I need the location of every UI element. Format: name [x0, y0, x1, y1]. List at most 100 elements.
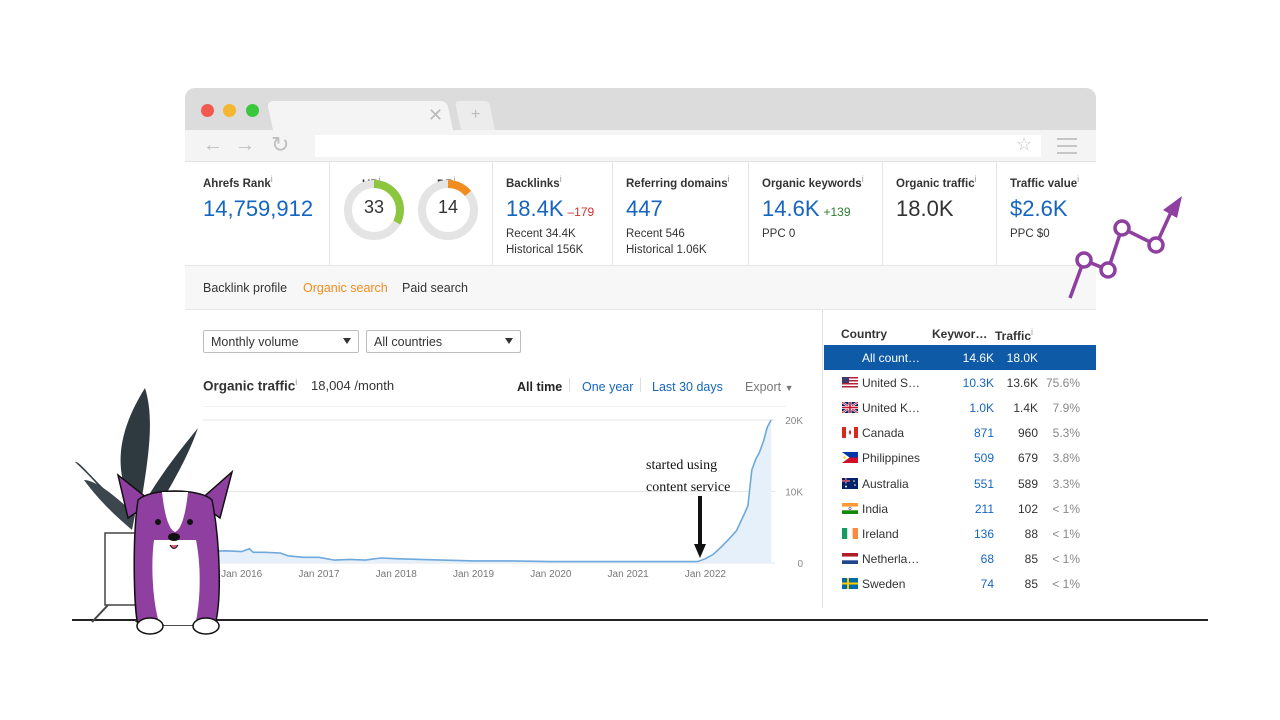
- country-keywords[interactable]: 509: [974, 451, 994, 465]
- organic-traffic-monthly: 18,004 /month: [311, 378, 395, 393]
- country-name[interactable]: United S…: [862, 376, 920, 390]
- backlinks-label: Backlinks: [506, 177, 560, 190]
- country-keywords[interactable]: 211: [975, 502, 994, 516]
- table-row[interactable]: Sweden 74 85 < 1%: [824, 571, 1096, 596]
- menu-icon[interactable]: [1057, 138, 1077, 159]
- maximize-window-dot[interactable]: [246, 104, 259, 117]
- country-traffic: 1.4K: [1013, 401, 1038, 416]
- country-table: Country Keywor… Traffici All count… 14.6K…: [822, 310, 1096, 608]
- country-name[interactable]: Ireland: [862, 527, 899, 541]
- country-keywords[interactable]: 551: [974, 477, 994, 491]
- annotation-line-1: started using: [646, 458, 718, 473]
- country-name[interactable]: Netherla…: [862, 552, 919, 566]
- dog-mascot-illustration: [75, 388, 234, 635]
- y-tick-label: 20K: [785, 416, 803, 427]
- close-window-dot[interactable]: [201, 104, 214, 117]
- ur-dr-metric: URi 33 DRi 14: [330, 162, 493, 266]
- table-row[interactable]: India 211 102 < 1%: [824, 496, 1096, 521]
- table-row[interactable]: Ireland 136 88 < 1%: [824, 521, 1096, 546]
- country-traffic-share: 3.8%: [1052, 451, 1080, 466]
- country-keywords[interactable]: 14.6K: [963, 351, 994, 365]
- country-traffic: 88: [1024, 526, 1038, 541]
- table-row[interactable]: Canada 871 960 5.3%: [824, 420, 1096, 445]
- report-tabs: Backlink profile Organic search Paid sea…: [185, 266, 1096, 310]
- referring-domains-value[interactable]: 447: [626, 196, 748, 222]
- tab-organic-search[interactable]: Organic search: [303, 281, 388, 295]
- export-label: Export: [745, 380, 782, 394]
- country-header[interactable]: Country: [841, 327, 887, 341]
- backlinks-value[interactable]: 18.4K: [506, 196, 564, 221]
- tab-backlink-profile[interactable]: Backlink profile: [203, 281, 287, 295]
- minimize-window-dot[interactable]: [223, 104, 236, 117]
- backlinks-recent: Recent 34.4K: [506, 227, 576, 240]
- ur-value: 33: [363, 197, 385, 217]
- country-name[interactable]: Australia: [862, 477, 909, 491]
- annotation-line-2: content service: [646, 480, 731, 495]
- country-name[interactable]: All count…: [862, 351, 920, 365]
- export-button[interactable]: Export ▼: [745, 380, 794, 394]
- range-all-time[interactable]: All time: [517, 380, 562, 394]
- back-arrow-icon[interactable]: ←: [203, 134, 223, 157]
- forward-arrow-icon[interactable]: →: [235, 134, 255, 157]
- country-keywords[interactable]: 10.3K: [963, 376, 994, 390]
- info-icon[interactable]: i: [728, 174, 730, 184]
- browser-window: ✕ + ← → ↻ ☆ Ahrefs Ranki 14,759,912 URi …: [185, 88, 1096, 608]
- organic-traffic-label: Organic traffic: [896, 177, 975, 190]
- star-icon[interactable]: ☆: [1016, 134, 1032, 155]
- x-tick-label: Jan 2020: [530, 569, 572, 580]
- y-tick-label: 0: [797, 559, 803, 570]
- organic-keywords-metric: Organic keywordsi 14.6K +139 PPC 0: [749, 162, 883, 266]
- flag-ie-icon: [842, 527, 858, 539]
- countries-select[interactable]: All countries: [366, 330, 521, 353]
- country-keywords[interactable]: 74: [981, 577, 994, 591]
- keywords-header[interactable]: Keywor…: [932, 327, 987, 341]
- info-icon[interactable]: i: [1031, 327, 1033, 337]
- dr-value: 14: [437, 197, 459, 217]
- country-name[interactable]: United K…: [862, 401, 920, 415]
- country-name[interactable]: India: [862, 502, 888, 516]
- backlinks-delta: –179: [567, 204, 595, 219]
- range-one-year[interactable]: One year: [582, 380, 633, 394]
- country-name[interactable]: Sweden: [862, 577, 905, 591]
- info-icon[interactable]: i: [271, 174, 273, 184]
- country-name[interactable]: Philippines: [862, 451, 920, 465]
- organic-traffic-metric: Organic traffici 18.0K: [883, 162, 997, 266]
- traffic-header[interactable]: Traffic: [995, 329, 1031, 343]
- country-keywords[interactable]: 136: [974, 527, 994, 541]
- table-row[interactable]: United K… 1.0K 1.4K 7.9%: [824, 395, 1096, 420]
- country-keywords[interactable]: 68: [981, 552, 994, 566]
- table-row[interactable]: All count… 14.6K 18.0K: [824, 345, 1096, 370]
- table-row[interactable]: United S… 10.3K 13.6K 75.6%: [824, 370, 1096, 395]
- info-icon[interactable]: i: [295, 377, 297, 387]
- plus-icon[interactable]: +: [471, 106, 480, 124]
- info-icon[interactable]: i: [975, 174, 977, 184]
- tab-paid-search[interactable]: Paid search: [402, 281, 468, 295]
- table-row[interactable]: Australia 551 589 3.3%: [824, 471, 1096, 496]
- country-traffic: 679: [1017, 451, 1038, 466]
- reload-icon[interactable]: ↻: [271, 132, 289, 158]
- info-icon[interactable]: i: [560, 174, 562, 184]
- volume-select[interactable]: Monthly volume: [203, 330, 359, 353]
- country-traffic-share: 7.9%: [1052, 401, 1080, 416]
- backlinks-metric: Backlinksi 18.4K –179 Recent 34.4K Histori…: [493, 162, 613, 266]
- country-keywords[interactable]: 1.0K: [969, 401, 994, 415]
- range-divider: [569, 378, 570, 392]
- range-divider: [640, 378, 641, 392]
- browser-tab[interactable]: [266, 101, 453, 130]
- organic-keywords-value[interactable]: 14.6K: [762, 196, 820, 221]
- referring-domains-label: Referring domains: [626, 177, 728, 190]
- table-row[interactable]: Netherla… 68 85 < 1%: [824, 546, 1096, 571]
- referring-domains-recent: Recent 546: [626, 227, 685, 240]
- info-icon[interactable]: i: [862, 174, 864, 184]
- close-tab-icon[interactable]: ✕: [428, 105, 443, 126]
- info-icon[interactable]: i: [1077, 174, 1079, 184]
- address-bar[interactable]: [315, 135, 1041, 157]
- organic-keywords-ppc: PPC 0: [762, 227, 796, 240]
- country-keywords[interactable]: 871: [974, 426, 994, 440]
- table-row[interactable]: Philippines 509 679 3.8%: [824, 445, 1096, 470]
- range-last-30-days[interactable]: Last 30 days: [652, 380, 723, 394]
- flag-au-icon: [842, 477, 858, 489]
- country-name[interactable]: Canada: [862, 426, 904, 440]
- flag-us-icon: [842, 377, 858, 389]
- country-traffic: 960: [1017, 426, 1038, 441]
